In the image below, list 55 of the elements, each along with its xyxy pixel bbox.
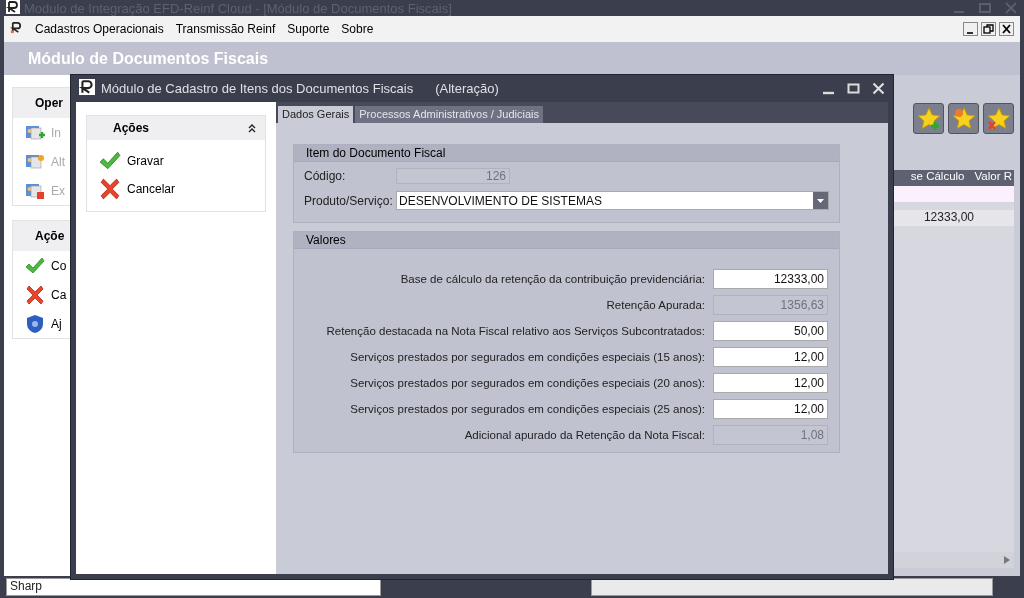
maximize-icon[interactable]: [847, 82, 860, 95]
close-icon[interactable]: [999, 22, 1014, 36]
checkmark-icon: [99, 150, 121, 172]
delete-star-button[interactable]: [983, 103, 1014, 134]
panel-title: Ações: [113, 121, 150, 135]
action-link[interactable]: Cancelar: [127, 182, 176, 196]
tab[interactable]: Dados Gerais: [278, 106, 354, 123]
group-title: Valores: [306, 233, 346, 247]
status-field: Sharp: [6, 578, 381, 596]
field-label: Adicional apurado da Retenção da Nota Fiscal:: [464, 429, 705, 441]
menu-item[interactable]: Sobre: [341, 22, 374, 36]
dropdown-arrow-icon[interactable]: [817, 198, 824, 203]
app-logo-icon: [6, 0, 20, 17]
value-field[interactable]: 50,00: [713, 321, 828, 341]
field-label: Serviços prestados por segurados em condições especiais (25 anos):: [350, 403, 705, 415]
field-label: Serviços prestados por segurados em condições especiais (15 anos):: [350, 351, 705, 363]
field-label: Retenção Apurada:: [606, 299, 705, 311]
field-label: Produto/Serviço:: [304, 193, 394, 208]
field-label: Código:: [304, 169, 347, 183]
field-label: Base de cálculo da retenção da contribuição previdenciária:: [400, 273, 705, 285]
collapse-chevron-icon[interactable]: [247, 123, 257, 133]
page-title: Módulo de Documentos Fiscais: [28, 49, 269, 68]
cross-icon: [25, 284, 45, 305]
restore-icon[interactable]: [981, 22, 996, 36]
group-title: Item do Documento Fiscal: [306, 146, 446, 160]
menu-item[interactable]: Ca: [51, 287, 67, 302]
value-field[interactable]: 12333,00: [713, 269, 828, 289]
value-field[interactable]: 12,00: [713, 373, 828, 393]
menu-item[interactable]: Cadastros Operacionais: [35, 22, 164, 36]
value-field[interactable]: 12,00: [713, 399, 828, 419]
panel-title: Açõe: [35, 229, 65, 243]
column-header: Valor R: [974, 170, 1012, 184]
menu-item[interactable]: Suporte: [287, 22, 330, 36]
cross-icon: [99, 178, 121, 200]
scroll-right-icon[interactable]: [1004, 556, 1010, 564]
tab[interactable]: Processos Administrativos / Judiciais: [355, 106, 543, 123]
add-star-button[interactable]: [913, 103, 944, 134]
menu-item[interactable]: Co: [51, 258, 67, 273]
product-dropdown[interactable]: DESENVOLVIMENTO DE SISTEMAS: [396, 191, 829, 210]
panel-title: Oper: [35, 96, 63, 110]
edit-star-button[interactable]: [948, 103, 979, 134]
action-link[interactable]: Gravar: [127, 154, 164, 168]
checkmark-icon: [25, 255, 45, 276]
column-header: se Cálculo: [910, 170, 965, 184]
menu-item[interactable]: Aj: [51, 316, 62, 331]
dialog-mode: (Alteração): [435, 81, 499, 96]
minimize-icon[interactable]: [963, 22, 978, 36]
app-logo-icon: [79, 79, 95, 98]
table-cell: 12333,00: [923, 210, 974, 226]
field-label: Serviços prestados por segurados em condições especiais (20 anos):: [350, 377, 705, 389]
field-label: Retenção destacada na Nota Fiscal relativo aos Serviços Subcontratados:: [326, 325, 705, 337]
menu-item[interactable]: Transmissão Reinf: [175, 22, 276, 36]
dialog-title: Módulo de Cadastro de Itens dos Documentos Fiscais: [101, 81, 414, 96]
shield-icon: [25, 313, 45, 334]
value-field[interactable]: 12,00: [713, 347, 828, 367]
